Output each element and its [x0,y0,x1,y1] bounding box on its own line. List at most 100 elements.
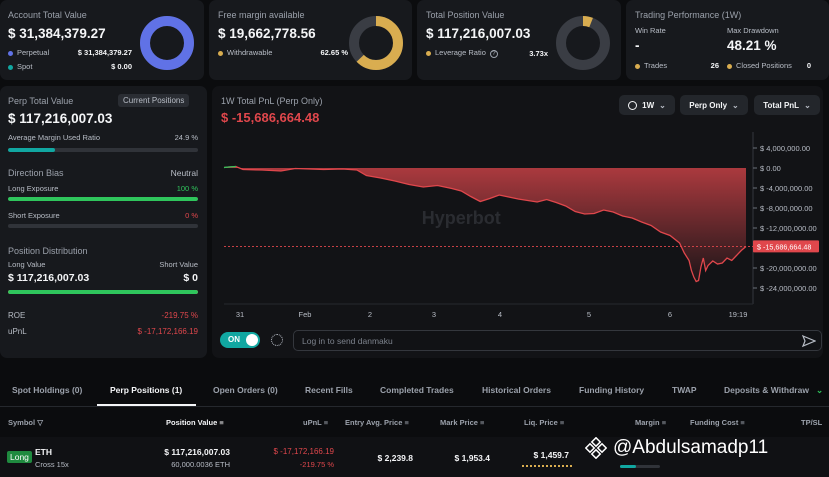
drawdown-value: 48.21 % [727,38,777,53]
liq-price: $ 1,459.7 [533,450,569,460]
account-card: Account Total Value $ 31,384,379.27 Perp… [0,0,204,80]
long-value: $ 117,216,007.03 [8,272,90,284]
symbol[interactable]: ETH [35,447,52,457]
sort-icon[interactable]: ≡ [324,418,328,427]
sort-icon[interactable]: ≡ [662,418,666,427]
x-tick-label: 19:19 [729,310,748,319]
period-select[interactable]: 1W ⌄ [619,95,675,115]
distribution-bar [8,290,198,294]
tab-recent-fills[interactable]: Recent Fills [305,385,353,395]
margin-bar [620,465,660,468]
avg-margin-value: 24.9 % [174,133,198,142]
position-title: Total Position Value [426,10,505,20]
spot-value: $ 0.00 [111,62,132,71]
trades-dot [635,63,640,69]
tab-historical-orders[interactable]: Historical Orders [482,385,551,395]
x-tick-label: Feb [299,310,312,319]
spot-row: Spot $ 0.00 [8,62,132,71]
sort-icon[interactable]: ≡ [560,418,564,427]
sort-icon[interactable]: ≡ [219,418,223,427]
chevron-down-icon: ⌄ [732,100,739,110]
margin-card: Free margin available $ 19,662,778.56 Wi… [209,0,412,80]
danmaku-input[interactable]: Log in to send danmaku [293,330,822,351]
closed-dot [727,63,732,69]
closed-row: Closed Positions 0 [727,61,811,70]
current-positions-button[interactable]: Current Positions [118,94,190,107]
tab-twap[interactable]: TWAP [672,385,697,395]
help-icon[interactable]: ? [489,50,498,58]
perpetual-label: Perpetual [17,48,50,57]
long-value-label: Long Value [8,260,46,269]
chart-value: $ -15,686,664.48 [221,110,320,125]
x-tick-label: 5 [587,310,591,319]
col-margin[interactable]: Margin ≡ [635,418,666,427]
position-donut [556,16,610,70]
bottom-tabs: Spot Holdings (0) Perp Positions (1) Ope… [0,378,829,404]
roe-value: -219.75 % [161,311,198,320]
scope-select[interactable]: Perp Only ⌄ [680,95,748,115]
margin-mode: Cross 15x [35,460,69,469]
x-tick-label: 2 [368,310,372,319]
perpetual-value: $ 31,384,379.27 [77,48,132,57]
closed-label: Closed Positions [736,61,792,70]
entry-price: $ 2,239.8 [377,453,413,463]
toggle-knob [246,334,258,346]
long-exposure-row: Long Exposure 100 % [8,184,198,193]
position-size: 60,000.0036 ETH [171,460,230,469]
avg-margin-label: Average Margin Used Ratio [8,133,100,142]
perpetual-row: Perpetual $ 31,384,379.27 [8,48,132,57]
metric-select[interactable]: Total PnL ⌄ [754,95,820,115]
upnl-value: $ -17,172,166.19 [137,327,199,336]
roe-label: ROE [8,311,26,320]
col-mark-price[interactable]: Mark Price ≡ [440,418,484,427]
trades-row: Trades 26 [635,61,719,70]
position-value: $ 117,216,007.03 [164,447,230,457]
sort-icon[interactable]: ≡ [404,418,408,427]
tab-completed-trades[interactable]: Completed Trades [380,385,454,395]
tab-spot-holdings[interactable]: Spot Holdings (0) [12,385,82,395]
send-icon[interactable] [802,334,816,348]
margin-title: Free margin available [218,10,305,20]
tab-funding-history[interactable]: Funding History [579,385,644,395]
chevron-down-icon: ⌄ [804,100,811,110]
col-position-value[interactable]: Position Value ≡ [166,418,224,427]
drawdown-label: Max Drawdown [727,26,779,35]
upnl-pct-cell: -219.75 % [299,460,334,469]
col-funding-cost[interactable]: Funding Cost ≡ [690,418,745,427]
spot-label: Spot [17,62,33,71]
trades-label: Trades [644,61,668,70]
y-tick-label: $ -8,000,000.00 [760,204,813,213]
col-upnl[interactable]: uPnL ≡ [303,418,328,427]
account-donut [140,16,194,70]
trades-value: 26 [710,61,719,70]
tab-open-orders[interactable]: Open Orders (0) [213,385,278,395]
margin-value: $ 19,662,778.56 [218,26,316,41]
short-exposure-bar [8,224,198,228]
x-tick-label: 4 [498,310,502,319]
clock-icon [628,100,638,110]
tab-perp-positions[interactable]: Perp Positions (1) [110,385,182,395]
account-donut-arc [140,16,194,70]
bias-value: Neutral [170,168,198,178]
filter-icon[interactable]: ▽ [37,418,43,427]
watermark-text: @Abdulsamadp11 [613,437,769,458]
col-entry-price[interactable]: Entry Avg. Price ≡ [345,418,409,427]
col-symbol[interactable]: Symbol ▽ [8,418,43,427]
withdrawable-label: Withdrawable [227,48,273,57]
perp-value: $ 117,216,007.03 [8,111,113,126]
sort-icon[interactable]: ≡ [740,418,744,427]
col-liq-price[interactable]: Liq. Price ≡ [524,418,564,427]
chevron-down-icon: ⌄ [659,100,666,110]
settings-icon[interactable] [271,334,283,346]
chevron-down-icon[interactable]: ⌄ [816,385,823,396]
performance-title: Trading Performance (1W) [635,10,742,20]
col-tpsl: TP/SL [801,418,823,427]
closed-value: 0 [806,61,811,70]
margin-donut [349,16,403,70]
sort-icon[interactable]: ≡ [480,418,484,427]
tab-deposits-withdraw[interactable]: Deposits & Withdraw [724,385,810,395]
withdrawable-value: 62.65 % [320,48,348,57]
chart-watermark: Hyperbot [422,208,501,228]
avg-margin-row: Average Margin Used Ratio 24.9 % [8,133,198,142]
danmaku-toggle[interactable]: ON [220,332,260,348]
